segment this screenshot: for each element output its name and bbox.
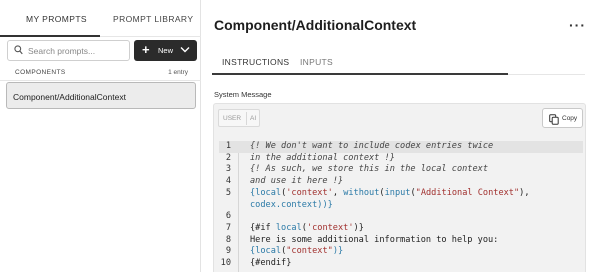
role-user-option[interactable]: USER xyxy=(223,115,241,122)
code-token: )} xyxy=(332,246,344,257)
code-token: {! As such, we store this in the local c… xyxy=(250,164,488,175)
code-line-text: {local('context', without(input("Additio… xyxy=(250,188,530,198)
code-line-text: {! As such, we store this in the local c… xyxy=(250,164,488,174)
search-icon xyxy=(14,45,23,55)
code-line[interactable]: 2 in the additional context !} xyxy=(219,153,583,165)
code-line-text: in the additional context !} xyxy=(250,153,395,163)
code-token: "context" xyxy=(286,246,333,257)
code-line[interactable]: 8 Here is some additional information to … xyxy=(219,235,583,247)
line-number: 2 xyxy=(225,152,231,163)
app-window: MY PROMPTS PROMPT LIBRARY + New COMPONEN… xyxy=(0,0,600,272)
code-token: codex.context xyxy=(250,199,318,210)
line-number: 3 xyxy=(225,164,231,175)
role-toggle-divider xyxy=(246,112,247,125)
search-input[interactable] xyxy=(28,44,126,58)
line-number: 5 xyxy=(225,187,231,198)
code-token: {! We don't want to include codex entrie… xyxy=(250,141,494,151)
prompt-list-item[interactable]: Component/AdditionalContext xyxy=(6,82,196,109)
tab-instructions[interactable]: INSTRUCTIONS xyxy=(222,57,289,67)
code-token: , xyxy=(332,187,344,198)
code-line-text: and use it here !} xyxy=(250,176,343,186)
editor-tabs: INSTRUCTIONS INPUTS xyxy=(201,50,600,74)
code-line-text: Here is some additional information to h… xyxy=(250,235,498,245)
section-name: COMPONENTS xyxy=(15,69,66,76)
code-line-text: {#endif} xyxy=(250,258,291,268)
code-token: local xyxy=(275,222,302,233)
code-line-text: {local("context")} xyxy=(250,246,343,256)
code-token: {#endif} xyxy=(250,258,292,268)
code-line[interactable]: 10 {#endif} xyxy=(219,258,583,270)
code-line[interactable]: 5 {local('context', without(input("Additi… xyxy=(219,188,583,200)
line-number: 9 xyxy=(225,246,231,257)
prompt-editor-panel: Component/AdditionalContext ··· INSTRUCT… xyxy=(201,0,600,272)
tab-my-prompts[interactable]: MY PROMPTS xyxy=(26,14,87,24)
section-divider xyxy=(0,80,201,81)
copy-icon xyxy=(549,114,559,125)
code-token: ), xyxy=(519,187,530,198)
system-message-editor[interactable]: USER AI Copy 1 {! We don't want to includ… xyxy=(213,103,586,272)
line-number: 10 xyxy=(220,258,231,268)
code-line[interactable]: codex.context))} xyxy=(219,200,583,212)
code-line-text: codex.context))} xyxy=(250,200,333,210)
code-token: 'context' xyxy=(286,187,333,198)
tab-prompt-library[interactable]: PROMPT LIBRARY xyxy=(113,14,193,24)
code-token: 'context' xyxy=(306,222,354,233)
line-number: 8 xyxy=(225,234,231,245)
code-token: in the additional context !} xyxy=(250,152,395,163)
sidebar-tabs: MY PROMPTS PROMPT LIBRARY xyxy=(0,0,201,36)
line-number: 4 xyxy=(225,176,231,187)
line-number: 6 xyxy=(225,211,231,222)
section-count: 1 entry xyxy=(168,69,188,76)
new-button-label: New xyxy=(158,46,174,55)
code-token: Here is some additional information to h… xyxy=(250,234,499,245)
role-ai-option[interactable]: AI xyxy=(250,115,256,122)
role-toggle[interactable]: USER AI xyxy=(218,109,260,127)
code-line[interactable]: 4 and use it here !} xyxy=(219,176,583,188)
components-section-header: COMPONENTS 1 entry xyxy=(0,66,201,80)
search-box[interactable] xyxy=(7,40,130,61)
page-title: Component/AdditionalContext xyxy=(214,17,417,33)
copy-button-label: Copy xyxy=(562,115,578,122)
prompt-sidebar: MY PROMPTS PROMPT LIBRARY + New COMPONEN… xyxy=(0,0,201,272)
code-token: )} xyxy=(353,222,364,233)
chevron-down-icon[interactable] xyxy=(180,46,190,53)
line-number: 7 xyxy=(225,222,231,233)
code-token: {#if xyxy=(250,222,276,233)
code-token: local xyxy=(255,187,282,198)
code-token: input xyxy=(384,187,411,198)
tab-inputs[interactable]: INPUTS xyxy=(300,57,333,67)
code-line-text: {! We don't want to include codex entrie… xyxy=(250,141,493,151)
plus-icon: + xyxy=(142,42,150,57)
code-token: ))} xyxy=(317,199,333,210)
code-token: without xyxy=(343,187,380,198)
prompt-list-item-label: Component/AdditionalContext xyxy=(13,92,126,102)
system-message-label: System Message xyxy=(214,90,272,99)
code-token: local xyxy=(255,246,282,257)
more-options-icon[interactable]: ··· xyxy=(569,17,586,33)
code-line[interactable]: 9 {local("context")} xyxy=(219,246,583,258)
active-tab-indicator xyxy=(0,35,100,37)
code-line[interactable]: 3 {! As such, we store this in the local … xyxy=(219,164,583,176)
code-area[interactable]: 1 {! We don't want to include codex entri… xyxy=(219,141,583,272)
copy-button[interactable]: Copy xyxy=(542,108,583,128)
new-prompt-button[interactable]: + New xyxy=(134,40,197,61)
code-token: and use it here !} xyxy=(250,176,344,187)
code-token: "Additional Context" xyxy=(415,187,520,198)
code-line[interactable]: 6 xyxy=(219,211,583,223)
code-line-text: {#if local('context')} xyxy=(250,223,364,233)
line-number: 1 xyxy=(225,141,231,151)
active-editor-tab-indicator xyxy=(212,73,508,75)
code-line[interactable]: 7 {#if local('context')} xyxy=(219,223,583,235)
code-line[interactable]: 1 {! We don't want to include codex entri… xyxy=(219,141,583,153)
